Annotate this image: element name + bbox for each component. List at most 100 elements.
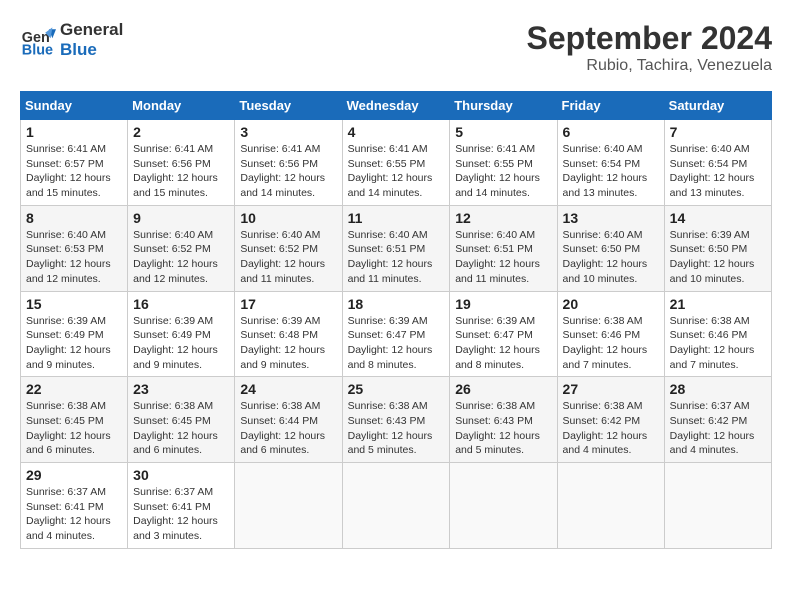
calendar-week-row: 22Sunrise: 6:38 AMSunset: 6:45 PMDayligh… <box>21 377 772 463</box>
day-number: 17 <box>240 296 336 312</box>
calendar-cell: 22Sunrise: 6:38 AMSunset: 6:45 PMDayligh… <box>21 377 128 463</box>
logo: Gen Blue General Blue <box>20 20 123 59</box>
calendar-week-row: 8Sunrise: 6:40 AMSunset: 6:53 PMDaylight… <box>21 205 772 291</box>
day-number: 23 <box>133 381 229 397</box>
calendar-cell <box>664 463 771 549</box>
calendar-cell: 6 Sunrise: 6:40 AMSunset: 6:54 PMDaylight… <box>557 120 664 206</box>
calendar-cell: 7 Sunrise: 6:40 AMSunset: 6:54 PMDaylight… <box>664 120 771 206</box>
day-info: Sunrise: 6:39 AMSunset: 6:47 PMDaylight:… <box>455 314 551 373</box>
calendar-cell: 14Sunrise: 6:39 AMSunset: 6:50 PMDayligh… <box>664 205 771 291</box>
page-header: Gen Blue General Blue September 2024 Rub… <box>20 20 772 75</box>
calendar-cell: 13 Sunrise: 6:40 AMSunset: 6:50 PMDayligh… <box>557 205 664 291</box>
location-title: Rubio, Tachira, Venezuela <box>527 57 772 75</box>
calendar-header: SundayMondayTuesdayWednesdayThursdayFrid… <box>21 92 772 120</box>
day-number: 18 <box>348 296 445 312</box>
day-info: Sunrise: 6:38 AMSunset: 6:43 PMDaylight:… <box>455 399 551 458</box>
calendar-cell <box>342 463 450 549</box>
calendar-header-cell: Monday <box>128 92 235 120</box>
calendar-header-row: SundayMondayTuesdayWednesdayThursdayFrid… <box>21 92 772 120</box>
day-info: Sunrise: 6:39 AMSunset: 6:49 PMDaylight:… <box>26 314 122 373</box>
logo-text-line2: Blue <box>60 40 123 60</box>
day-info: Sunrise: 6:40 AMSunset: 6:54 PMDaylight:… <box>670 142 766 201</box>
day-number: 24 <box>240 381 336 397</box>
calendar-cell: 2 Sunrise: 6:41 AMSunset: 6:56 PMDaylight… <box>128 120 235 206</box>
calendar-week-row: 15 Sunrise: 6:39 AMSunset: 6:49 PMDayligh… <box>21 291 772 377</box>
day-number: 25 <box>348 381 445 397</box>
calendar-week-row: 29 Sunrise: 6:37 AMSunset: 6:41 PMDayligh… <box>21 463 772 549</box>
day-number: 3 <box>240 124 336 140</box>
calendar-cell: 12Sunrise: 6:40 AMSunset: 6:51 PMDayligh… <box>450 205 557 291</box>
logo-text-line1: General <box>60 20 123 40</box>
calendar-cell: 18Sunrise: 6:39 AMSunset: 6:47 PMDayligh… <box>342 291 450 377</box>
day-info: Sunrise: 6:41 AMSunset: 6:56 PMDaylight:… <box>133 142 229 201</box>
calendar-body: 1 Sunrise: 6:41 AMSunset: 6:57 PMDaylight… <box>21 120 772 549</box>
calendar-cell: 27 Sunrise: 6:38 AMSunset: 6:42 PMDayligh… <box>557 377 664 463</box>
day-number: 27 <box>563 381 659 397</box>
day-number: 14 <box>670 210 766 226</box>
day-number: 8 <box>26 210 122 226</box>
calendar-cell: 20 Sunrise: 6:38 AMSunset: 6:46 PMDayligh… <box>557 291 664 377</box>
calendar-cell: 17 Sunrise: 6:39 AMSunset: 6:48 PMDayligh… <box>235 291 342 377</box>
month-title: September 2024 <box>527 20 772 57</box>
day-number: 15 <box>26 296 122 312</box>
title-area: September 2024 Rubio, Tachira, Venezuela <box>527 20 772 75</box>
day-number: 11 <box>348 210 445 226</box>
logo-icon: Gen Blue <box>20 22 56 58</box>
day-info: Sunrise: 6:37 AMSunset: 6:41 PMDaylight:… <box>26 485 122 544</box>
day-number: 2 <box>133 124 229 140</box>
calendar-cell: 30Sunrise: 6:37 AMSunset: 6:41 PMDayligh… <box>128 463 235 549</box>
day-number: 10 <box>240 210 336 226</box>
calendar-cell: 10 Sunrise: 6:40 AMSunset: 6:52 PMDayligh… <box>235 205 342 291</box>
day-info: Sunrise: 6:41 AMSunset: 6:56 PMDaylight:… <box>240 142 336 201</box>
day-info: Sunrise: 6:38 AMSunset: 6:46 PMDaylight:… <box>563 314 659 373</box>
day-number: 6 <box>563 124 659 140</box>
day-info: Sunrise: 6:40 AMSunset: 6:52 PMDaylight:… <box>240 228 336 287</box>
calendar-table: SundayMondayTuesdayWednesdayThursdayFrid… <box>20 91 772 549</box>
day-info: Sunrise: 6:39 AMSunset: 6:49 PMDaylight:… <box>133 314 229 373</box>
day-info: Sunrise: 6:41 AMSunset: 6:55 PMDaylight:… <box>348 142 445 201</box>
calendar-cell: 3 Sunrise: 6:41 AMSunset: 6:56 PMDaylight… <box>235 120 342 206</box>
calendar-cell: 28Sunrise: 6:37 AMSunset: 6:42 PMDayligh… <box>664 377 771 463</box>
calendar-week-row: 1 Sunrise: 6:41 AMSunset: 6:57 PMDaylight… <box>21 120 772 206</box>
day-info: Sunrise: 6:38 AMSunset: 6:46 PMDaylight:… <box>670 314 766 373</box>
calendar-header-cell: Sunday <box>21 92 128 120</box>
calendar-header-cell: Thursday <box>450 92 557 120</box>
calendar-cell: 5Sunrise: 6:41 AMSunset: 6:55 PMDaylight… <box>450 120 557 206</box>
day-info: Sunrise: 6:40 AMSunset: 6:54 PMDaylight:… <box>563 142 659 201</box>
day-info: Sunrise: 6:38 AMSunset: 6:43 PMDaylight:… <box>348 399 445 458</box>
calendar-cell: 25 Sunrise: 6:38 AMSunset: 6:43 PMDayligh… <box>342 377 450 463</box>
day-info: Sunrise: 6:41 AMSunset: 6:57 PMDaylight:… <box>26 142 122 201</box>
day-info: Sunrise: 6:38 AMSunset: 6:42 PMDaylight:… <box>563 399 659 458</box>
calendar-cell: 24 Sunrise: 6:38 AMSunset: 6:44 PMDayligh… <box>235 377 342 463</box>
day-number: 29 <box>26 467 122 483</box>
day-number: 9 <box>133 210 229 226</box>
day-info: Sunrise: 6:40 AMSunset: 6:52 PMDaylight:… <box>133 228 229 287</box>
day-number: 19 <box>455 296 551 312</box>
svg-text:Blue: Blue <box>22 42 53 58</box>
calendar-cell <box>557 463 664 549</box>
calendar-cell: 11Sunrise: 6:40 AMSunset: 6:51 PMDayligh… <box>342 205 450 291</box>
day-info: Sunrise: 6:38 AMSunset: 6:45 PMDaylight:… <box>133 399 229 458</box>
day-number: 4 <box>348 124 445 140</box>
day-info: Sunrise: 6:40 AMSunset: 6:50 PMDaylight:… <box>563 228 659 287</box>
calendar-header-cell: Wednesday <box>342 92 450 120</box>
calendar-cell: 23 Sunrise: 6:38 AMSunset: 6:45 PMDayligh… <box>128 377 235 463</box>
day-info: Sunrise: 6:38 AMSunset: 6:44 PMDaylight:… <box>240 399 336 458</box>
calendar-cell: 16 Sunrise: 6:39 AMSunset: 6:49 PMDayligh… <box>128 291 235 377</box>
day-number: 20 <box>563 296 659 312</box>
day-number: 7 <box>670 124 766 140</box>
day-info: Sunrise: 6:38 AMSunset: 6:45 PMDaylight:… <box>26 399 122 458</box>
calendar-cell: 21Sunrise: 6:38 AMSunset: 6:46 PMDayligh… <box>664 291 771 377</box>
calendar-cell: 9 Sunrise: 6:40 AMSunset: 6:52 PMDaylight… <box>128 205 235 291</box>
calendar-cell: 8Sunrise: 6:40 AMSunset: 6:53 PMDaylight… <box>21 205 128 291</box>
day-number: 13 <box>563 210 659 226</box>
day-info: Sunrise: 6:41 AMSunset: 6:55 PMDaylight:… <box>455 142 551 201</box>
calendar-cell: 19 Sunrise: 6:39 AMSunset: 6:47 PMDayligh… <box>450 291 557 377</box>
day-number: 1 <box>26 124 122 140</box>
calendar-header-cell: Tuesday <box>235 92 342 120</box>
day-number: 16 <box>133 296 229 312</box>
calendar-header-cell: Friday <box>557 92 664 120</box>
day-info: Sunrise: 6:39 AMSunset: 6:48 PMDaylight:… <box>240 314 336 373</box>
calendar-cell: 4 Sunrise: 6:41 AMSunset: 6:55 PMDaylight… <box>342 120 450 206</box>
calendar-cell: 15 Sunrise: 6:39 AMSunset: 6:49 PMDayligh… <box>21 291 128 377</box>
